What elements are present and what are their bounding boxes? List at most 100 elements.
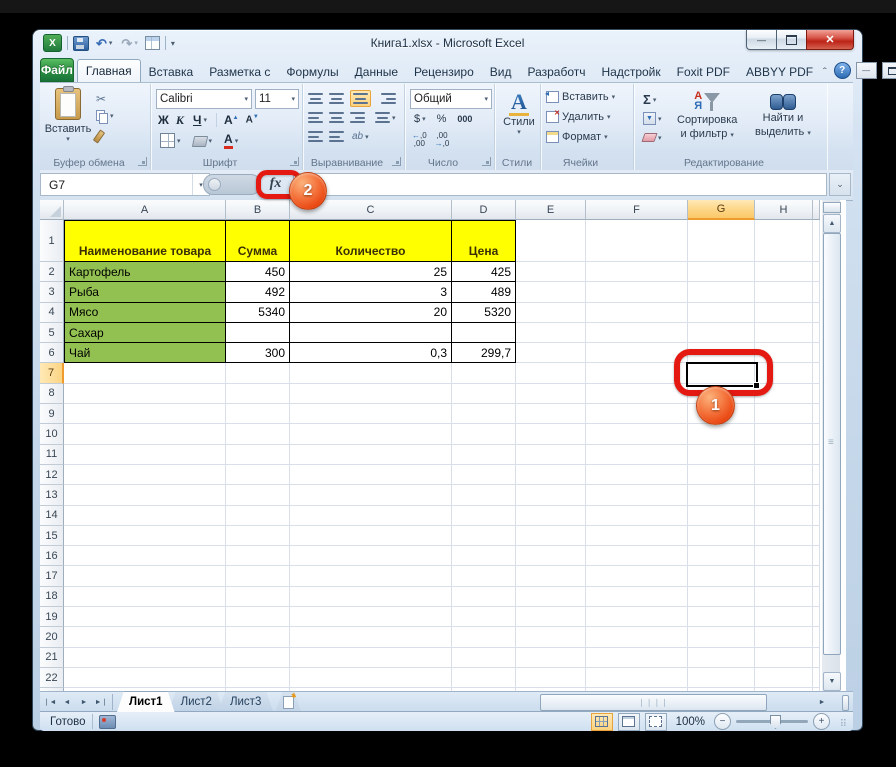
name-box[interactable]: G7 ▾: [40, 173, 210, 196]
cell-A11[interactable]: [64, 444, 226, 465]
cell-G12[interactable]: [688, 464, 755, 486]
cell-F4[interactable]: [586, 302, 688, 323]
find-select-button[interactable]: Найти и выделить ▾: [755, 90, 811, 140]
doc-restore-button[interactable]: [881, 62, 896, 79]
column-header-G[interactable]: G: [688, 200, 755, 220]
align-top-icon[interactable]: [308, 92, 323, 105]
cell-C8[interactable]: [290, 383, 452, 405]
cell-H20[interactable]: [755, 627, 813, 648]
cell-partial[interactable]: [813, 667, 820, 689]
cell-E17[interactable]: [516, 566, 586, 587]
tab-2[interactable]: Вставка: [141, 61, 202, 82]
view-normal-button[interactable]: [590, 712, 613, 731]
font-color-button[interactable]: А ▾: [222, 132, 240, 150]
tab-3[interactable]: Разметка с: [201, 61, 278, 82]
cell-C18[interactable]: [290, 586, 452, 608]
row-header-14[interactable]: 14: [40, 505, 64, 526]
cell-A4[interactable]: Мясо: [64, 302, 226, 323]
cell-F22[interactable]: [586, 667, 688, 689]
decrease-indent-icon[interactable]: [308, 130, 323, 143]
cell-D13[interactable]: [452, 485, 516, 506]
cell-E8[interactable]: [516, 383, 586, 405]
cell-partial[interactable]: [813, 282, 820, 303]
tab-splitter-handle[interactable]: [842, 695, 849, 711]
cell-H10[interactable]: [755, 424, 813, 445]
cell-F7[interactable]: [586, 363, 688, 384]
cell-D16[interactable]: [452, 546, 516, 567]
cut-icon[interactable]: ✂: [96, 92, 106, 106]
cell-D17[interactable]: [452, 566, 516, 587]
cell-G13[interactable]: [688, 485, 755, 506]
cell-F2[interactable]: [586, 262, 688, 283]
insert-worksheet-button[interactable]: [275, 692, 301, 712]
cell-partial[interactable]: [813, 404, 820, 425]
cell-D7[interactable]: [452, 363, 516, 384]
tab-5[interactable]: Данные: [347, 61, 406, 82]
tab-file[interactable]: Файл: [40, 58, 74, 82]
cell-B20[interactable]: [226, 627, 290, 648]
sheet-tab-Лист3[interactable]: Лист3: [218, 692, 273, 712]
cell-D2[interactable]: 425: [452, 262, 516, 283]
autosum-button[interactable]: Σ ▾: [641, 91, 658, 108]
column-header-F[interactable]: F: [586, 200, 688, 220]
format-painter-icon[interactable]: [92, 129, 106, 144]
cell-F18[interactable]: [586, 586, 688, 608]
cell-B2[interactable]: 450: [226, 262, 290, 283]
help-icon[interactable]: ?: [833, 62, 851, 79]
cell-D19[interactable]: [452, 607, 516, 628]
collapse-ribbon-icon[interactable]: ⌃: [821, 66, 829, 75]
delete-cells-button[interactable]: Удалить▾: [546, 109, 611, 123]
cell-G21[interactable]: [688, 647, 755, 668]
dialog-launcher-icon[interactable]: [290, 157, 299, 166]
dialog-launcher-icon[interactable]: [138, 157, 147, 166]
borders-button[interactable]: ▾: [158, 132, 183, 149]
cell-F6[interactable]: [586, 343, 688, 364]
cell-partial[interactable]: [813, 343, 820, 364]
cell-F5[interactable]: [586, 322, 688, 344]
cell-partial[interactable]: [813, 607, 820, 628]
cell-partial[interactable]: [813, 383, 820, 405]
cell-F11[interactable]: [586, 444, 688, 465]
cell-B8[interactable]: [226, 383, 290, 405]
cell-partial[interactable]: [813, 424, 820, 445]
cell-B14[interactable]: [226, 505, 290, 526]
cell-E22[interactable]: [516, 667, 586, 689]
cell-G18[interactable]: [688, 586, 755, 608]
row-header-4[interactable]: 4: [40, 302, 64, 323]
cell-partial[interactable]: [813, 220, 820, 262]
next-sheet-icon[interactable]: ►: [77, 695, 91, 709]
cell-H15[interactable]: [755, 525, 813, 547]
cell-partial[interactable]: [813, 525, 820, 547]
cell-F10[interactable]: [586, 424, 688, 445]
sheet-tab-Лист2[interactable]: Лист2: [169, 692, 224, 712]
cell-G14[interactable]: [688, 505, 755, 526]
percent-format-button[interactable]: %: [435, 112, 449, 126]
cell-D9[interactable]: [452, 404, 516, 425]
cell-F16[interactable]: [586, 546, 688, 567]
cell-B1[interactable]: Сумма: [226, 220, 290, 262]
cell-H18[interactable]: [755, 586, 813, 608]
orientation-button[interactable]: ab ▾: [350, 130, 371, 143]
sort-filter-button[interactable]: АЯ Сортировка и фильтр ▾: [677, 90, 737, 142]
cell-F21[interactable]: [586, 647, 688, 668]
cell-C10[interactable]: [290, 424, 452, 445]
view-page-layout-button[interactable]: [617, 712, 640, 731]
column-header-B[interactable]: B: [226, 200, 290, 220]
cell-D1[interactable]: Цена: [452, 220, 516, 262]
cell-B12[interactable]: [226, 464, 290, 486]
cell-C22[interactable]: [290, 667, 452, 689]
cell-F9[interactable]: [586, 404, 688, 425]
cell-C20[interactable]: [290, 627, 452, 648]
cell-H14[interactable]: [755, 505, 813, 526]
horizontal-scroll-thumb[interactable]: ❘❘❘❘: [540, 694, 767, 711]
cell-partial[interactable]: [813, 505, 820, 526]
increase-decimal-icon[interactable]: ←,0,00: [412, 132, 427, 148]
cell-D6[interactable]: 299,7: [452, 343, 516, 364]
row-header-8[interactable]: 8: [40, 383, 64, 405]
cell-E4[interactable]: [516, 302, 586, 323]
cell-A18[interactable]: [64, 586, 226, 608]
cell-B15[interactable]: [226, 525, 290, 547]
cell-F14[interactable]: [586, 505, 688, 526]
column-header-A[interactable]: A: [64, 200, 226, 220]
align-left-icon[interactable]: [308, 111, 323, 124]
